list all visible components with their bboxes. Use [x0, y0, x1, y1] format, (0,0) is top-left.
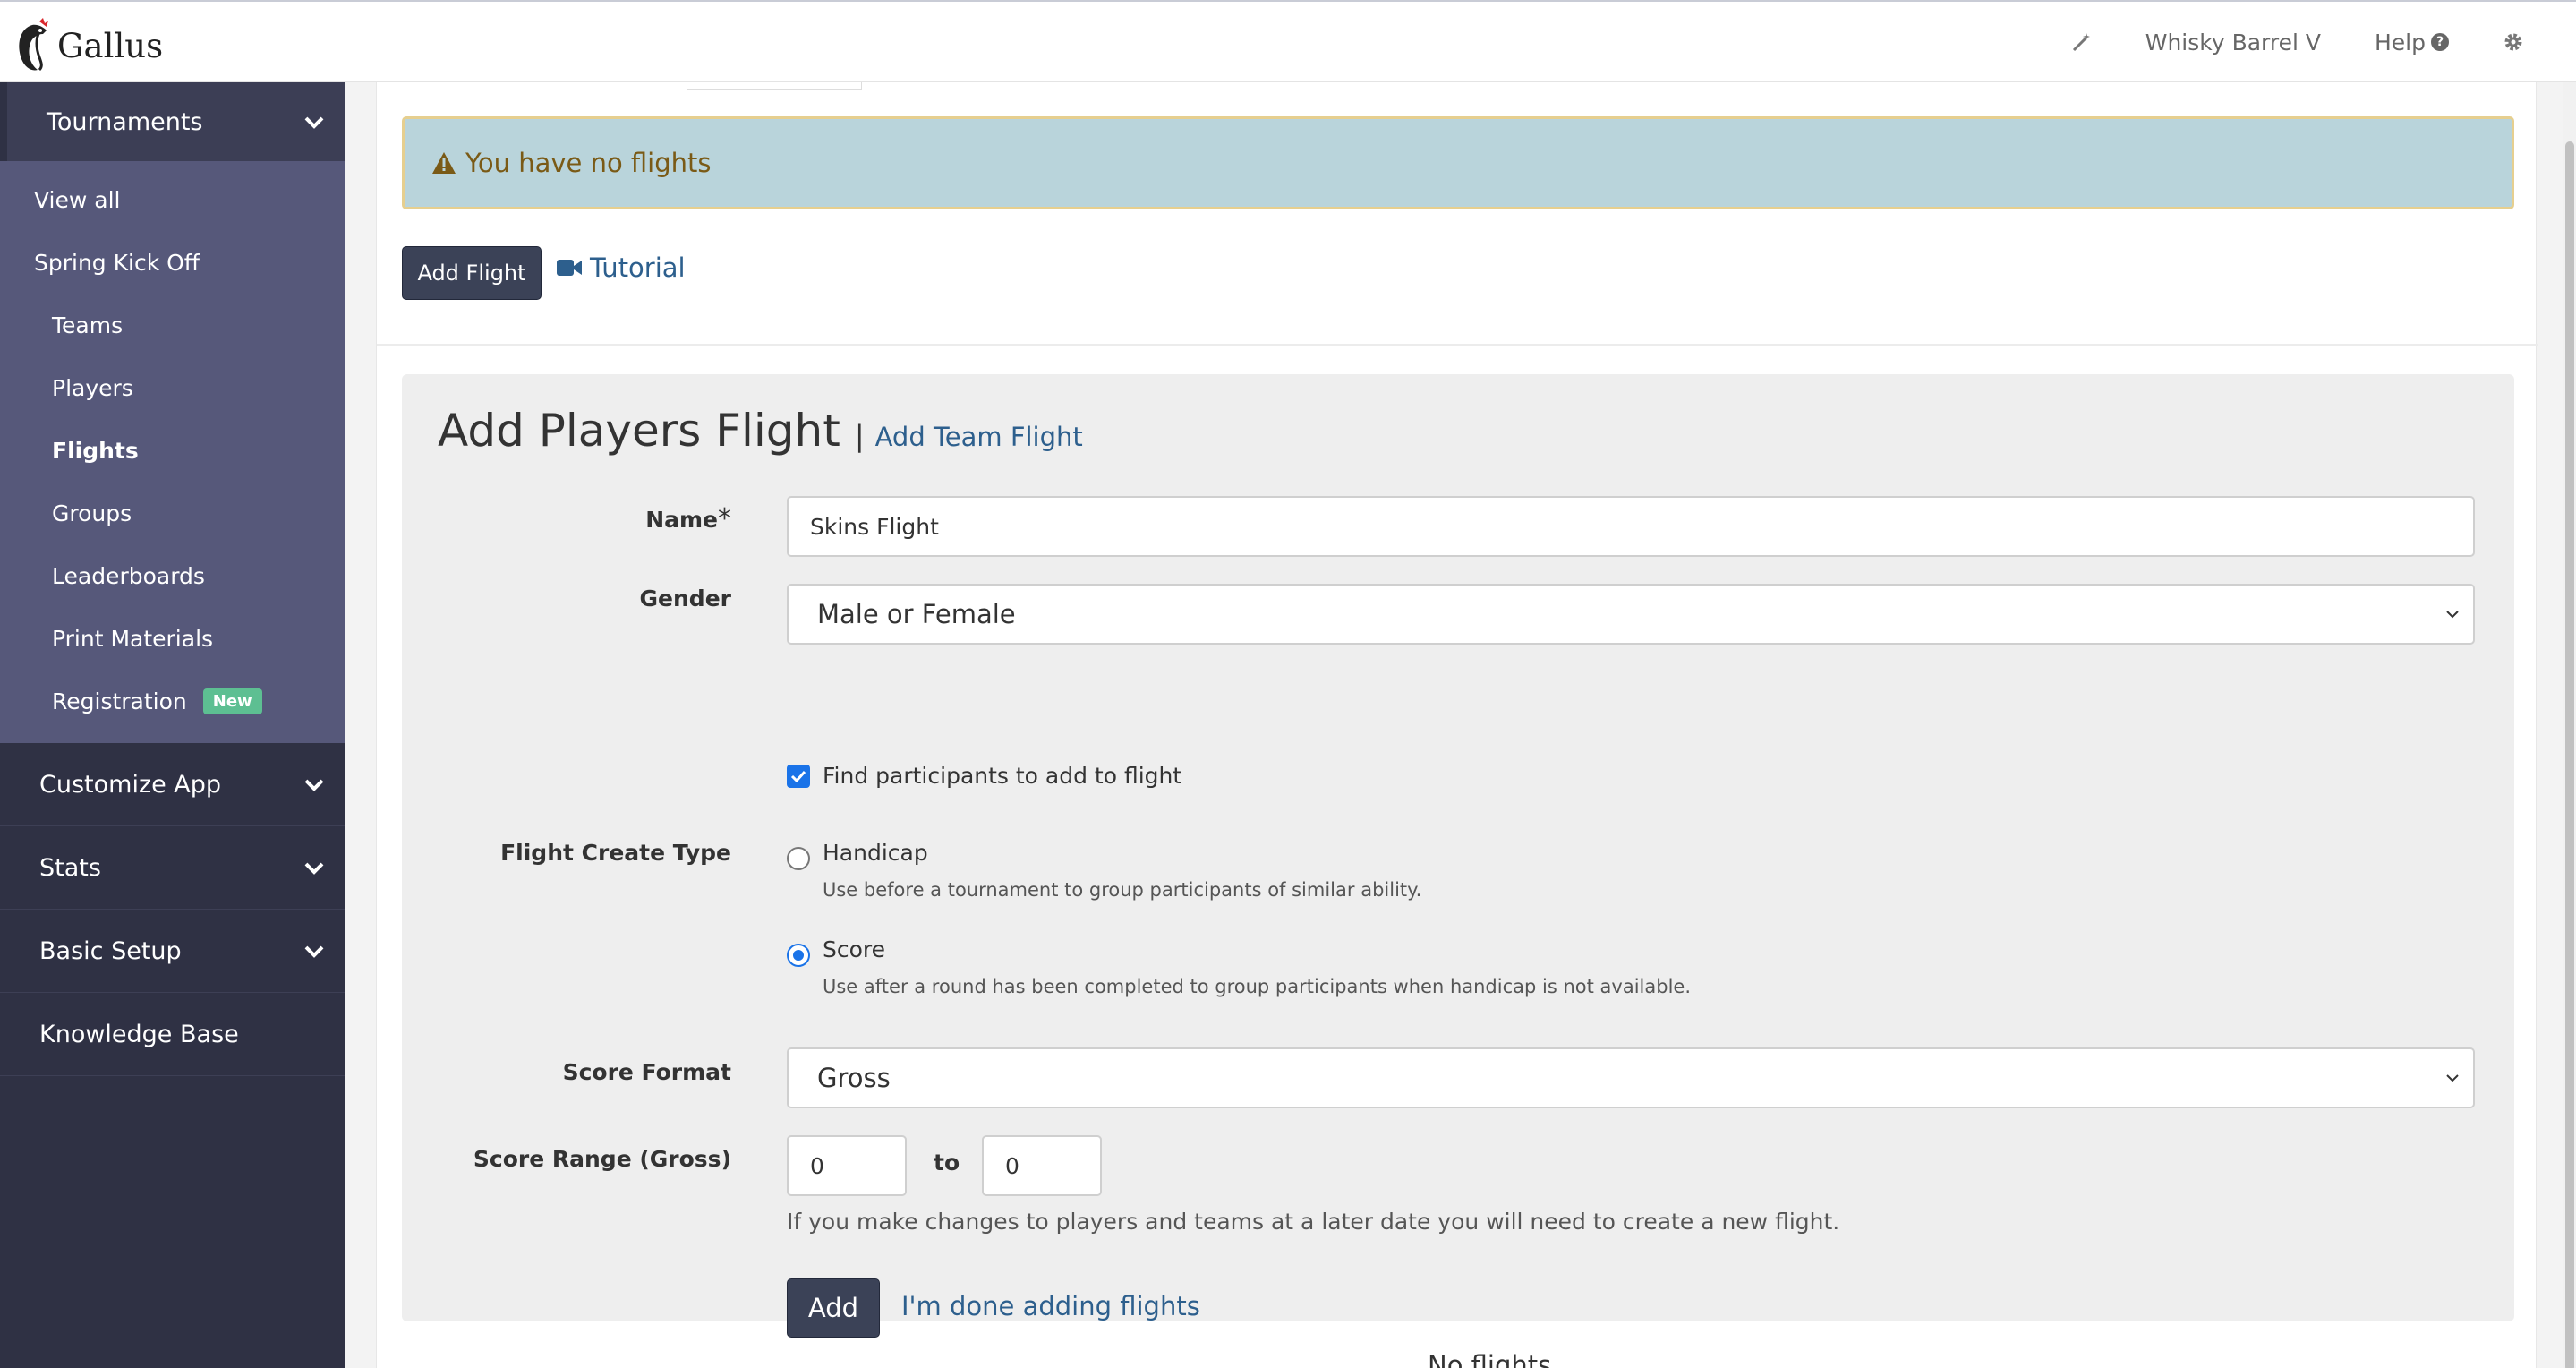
question-circle-icon: ?: [2431, 33, 2449, 51]
gender-select[interactable]: Male or Female: [787, 584, 2475, 645]
checkmark-icon: [790, 770, 806, 782]
score-type-label: Score: [823, 936, 886, 962]
main-content: You have no flights Add Flight Tutorial …: [345, 82, 2563, 1368]
chevron-down-icon: [2446, 611, 2459, 619]
score-format-select[interactable]: Gross: [787, 1047, 2475, 1108]
range-to-label: to: [934, 1150, 960, 1176]
name-label-row: Name*: [645, 503, 731, 534]
chevron-down-icon: [2446, 1074, 2459, 1082]
done-adding-flights-link[interactable]: I'm done adding flights: [901, 1291, 1200, 1321]
score-help: Use after a round has been completed to …: [823, 976, 1691, 997]
find-participants-checkbox[interactable]: [787, 764, 810, 788]
score-radio[interactable]: [787, 944, 810, 967]
sidebar-section-label: Tournaments: [47, 107, 203, 136]
sidebar: Tournaments View all Spring Kick Off Tea…: [0, 82, 345, 1368]
score-format-label: Score Format: [562, 1059, 731, 1085]
sidebar-section-basic-setup[interactable]: Basic Setup: [0, 910, 345, 993]
gear-icon: [2504, 33, 2522, 51]
flight-change-note: If you make changes to players and teams…: [787, 1209, 1840, 1235]
no-flights-alert: You have no flights: [402, 116, 2514, 209]
sidebar-item-print-materials[interactable]: Print Materials: [0, 607, 345, 670]
sidebar-item-label: Players: [52, 374, 133, 401]
sidebar-section-stats[interactable]: Stats: [0, 826, 345, 910]
sidebar-item-players[interactable]: Players: [0, 356, 345, 419]
chevron-down-icon: [304, 945, 324, 958]
add-players-flight-form: Add Players Flight | Add Team Flight Nam…: [402, 374, 2514, 1338]
sidebar-item-label: Spring Kick Off: [34, 249, 200, 276]
sidebar-item-groups[interactable]: Groups: [0, 482, 345, 544]
sidebar-item-label: View all: [34, 186, 121, 213]
sidebar-item-label: Registration: [52, 688, 187, 714]
range-to-value: 0: [1005, 1152, 1019, 1179]
sidebar-item-registration[interactable]: Registration New: [0, 670, 345, 732]
required-mark: *: [718, 503, 731, 534]
handicap-label: Handicap: [823, 840, 928, 866]
top-bar: Gallus Whisky Barrel V Help ?: [0, 0, 2576, 82]
handicap-radio[interactable]: [787, 847, 810, 870]
title-separator: |: [854, 419, 865, 453]
chevron-down-icon: [304, 116, 324, 129]
sidebar-section-label: Basic Setup: [39, 936, 182, 965]
account-name: Whisky Barrel V: [2145, 29, 2321, 56]
sidebar-item-label: Teams: [52, 312, 124, 338]
account-menu[interactable]: Whisky Barrel V: [2145, 30, 2321, 56]
new-badge: New: [202, 688, 262, 714]
chevron-down-icon: [304, 862, 324, 875]
sidebar-item-flights[interactable]: Flights: [0, 419, 345, 482]
divider: [377, 344, 2538, 346]
content-panel: You have no flights Add Flight Tutorial …: [376, 82, 2538, 1368]
active-tab-edge: [687, 82, 862, 90]
tutorial-label: Tutorial: [590, 252, 686, 283]
add-team-flight-link[interactable]: Add Team Flight: [875, 422, 1083, 452]
gender-value: Male or Female: [817, 599, 1016, 629]
chevron-down-icon: [304, 779, 324, 791]
settings-button[interactable]: [2503, 31, 2524, 53]
sidebar-item-label: Flights: [52, 437, 139, 464]
sidebar-item-spring-kick-off[interactable]: Spring Kick Off: [0, 231, 345, 294]
magic-wand-button[interactable]: [2072, 32, 2092, 52]
range-from-value: 0: [810, 1152, 824, 1179]
flight-create-type-label: Flight Create Type: [500, 840, 731, 866]
add-button[interactable]: Add: [787, 1278, 880, 1338]
tutorial-link[interactable]: Tutorial: [556, 252, 686, 283]
sidebar-item-label: Groups: [52, 500, 132, 526]
handicap-help: Use before a tournament to group partici…: [823, 879, 1422, 901]
sidebar-item-view-all[interactable]: View all: [0, 168, 345, 231]
warning-triangle-icon: [432, 152, 456, 174]
score-range-from-input[interactable]: 0: [787, 1135, 907, 1196]
gender-label: Gender: [639, 586, 731, 611]
flight-name-input[interactable]: Skins Flight: [787, 496, 2475, 557]
sidebar-submenu: View all Spring Kick Off Teams Players F…: [0, 161, 345, 743]
add-flight-button[interactable]: Add Flight: [402, 246, 542, 300]
score-format-value: Gross: [817, 1063, 891, 1093]
find-participants-label: Find participants to add to flight: [823, 763, 1182, 789]
sidebar-item-teams[interactable]: Teams: [0, 294, 345, 356]
name-label: Name: [645, 507, 718, 533]
sidebar-section-tournaments[interactable]: Tournaments: [0, 82, 345, 161]
sidebar-section-knowledge-base[interactable]: Knowledge Base: [0, 993, 345, 1076]
sidebar-item-label: Print Materials: [52, 625, 214, 652]
no-flights-footer-text: No flights: [1428, 1350, 1552, 1368]
page-scrollbar[interactable]: [2563, 82, 2576, 1368]
flight-name-value: Skins Flight: [810, 513, 939, 540]
scrollbar-thumb[interactable]: [2565, 141, 2574, 1368]
form-labels: Name* Gender Flight Create Type Score Fo…: [402, 374, 731, 1321]
video-camera-icon: [557, 260, 582, 276]
brand-name: Gallus: [57, 26, 164, 65]
help-label: Help: [2375, 29, 2426, 56]
sidebar-item-leaderboards[interactable]: Leaderboards: [0, 544, 345, 607]
sidebar-section-label: Knowledge Base: [39, 1020, 239, 1048]
score-range-to-input[interactable]: 0: [982, 1135, 1102, 1196]
sidebar-section-label: Stats: [39, 853, 101, 882]
help-menu[interactable]: Help ?: [2375, 30, 2449, 56]
score-range-label: Score Range (Gross): [473, 1146, 731, 1172]
alert-text: You have no flights: [465, 148, 712, 178]
find-participants-checkbox-row[interactable]: Find participants to add to flight: [787, 763, 1181, 789]
sidebar-section-label: Customize App: [39, 770, 222, 799]
logo[interactable]: Gallus: [13, 18, 163, 73]
magic-wand-icon: [2072, 33, 2090, 52]
rooster-logo-icon: [19, 18, 48, 72]
sidebar-item-label: Leaderboards: [52, 562, 205, 589]
sidebar-section-customize-app[interactable]: Customize App: [0, 743, 345, 826]
